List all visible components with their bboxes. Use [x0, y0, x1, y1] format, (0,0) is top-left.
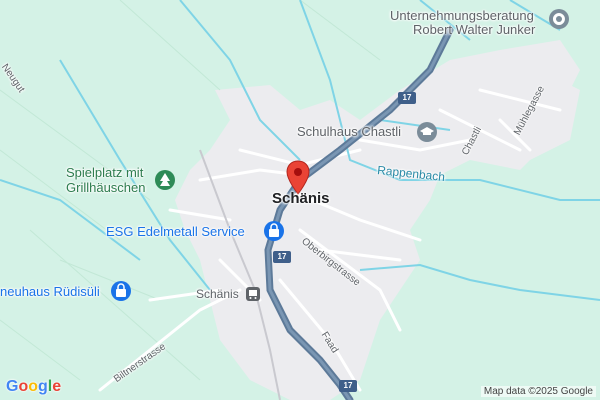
- poi-unternehmung-line2[interactable]: Robert Walter Junker: [413, 22, 535, 37]
- town-label[interactable]: Schänis: [272, 191, 330, 206]
- google-logo[interactable]: Google: [6, 378, 61, 396]
- poi-schulhaus[interactable]: Schulhaus Chastli: [297, 124, 401, 139]
- road-shield-17: 17: [339, 380, 357, 392]
- poi-spielplatz-line1[interactable]: Spielplatz mit: [66, 165, 143, 180]
- business-pin-icon[interactable]: [548, 8, 570, 30]
- map-attribution[interactable]: Map data ©2025 Google: [480, 386, 596, 397]
- poi-unternehmung-line1[interactable]: Unternehmungsberatung: [390, 8, 534, 23]
- shopping-bag-icon-2[interactable]: [110, 280, 132, 302]
- poi-station[interactable]: Schänis: [196, 287, 239, 302]
- park-tree-icon[interactable]: [154, 169, 176, 191]
- map-view[interactable]: Unternehmungsberatung Robert Walter Junk…: [0, 0, 600, 400]
- school-icon[interactable]: [416, 121, 438, 143]
- poi-esg[interactable]: ESG Edelmetall Service: [106, 224, 245, 239]
- poi-neuhaus[interactable]: neuhaus Rüdisüli: [0, 284, 100, 299]
- road-shield-17: 17: [273, 251, 291, 263]
- shopping-bag-icon[interactable]: [263, 220, 285, 242]
- poi-spielplatz-line2[interactable]: Grillhäuschen: [66, 180, 146, 195]
- train-station-icon[interactable]: [245, 286, 261, 302]
- road-shield-17: 17: [398, 92, 416, 104]
